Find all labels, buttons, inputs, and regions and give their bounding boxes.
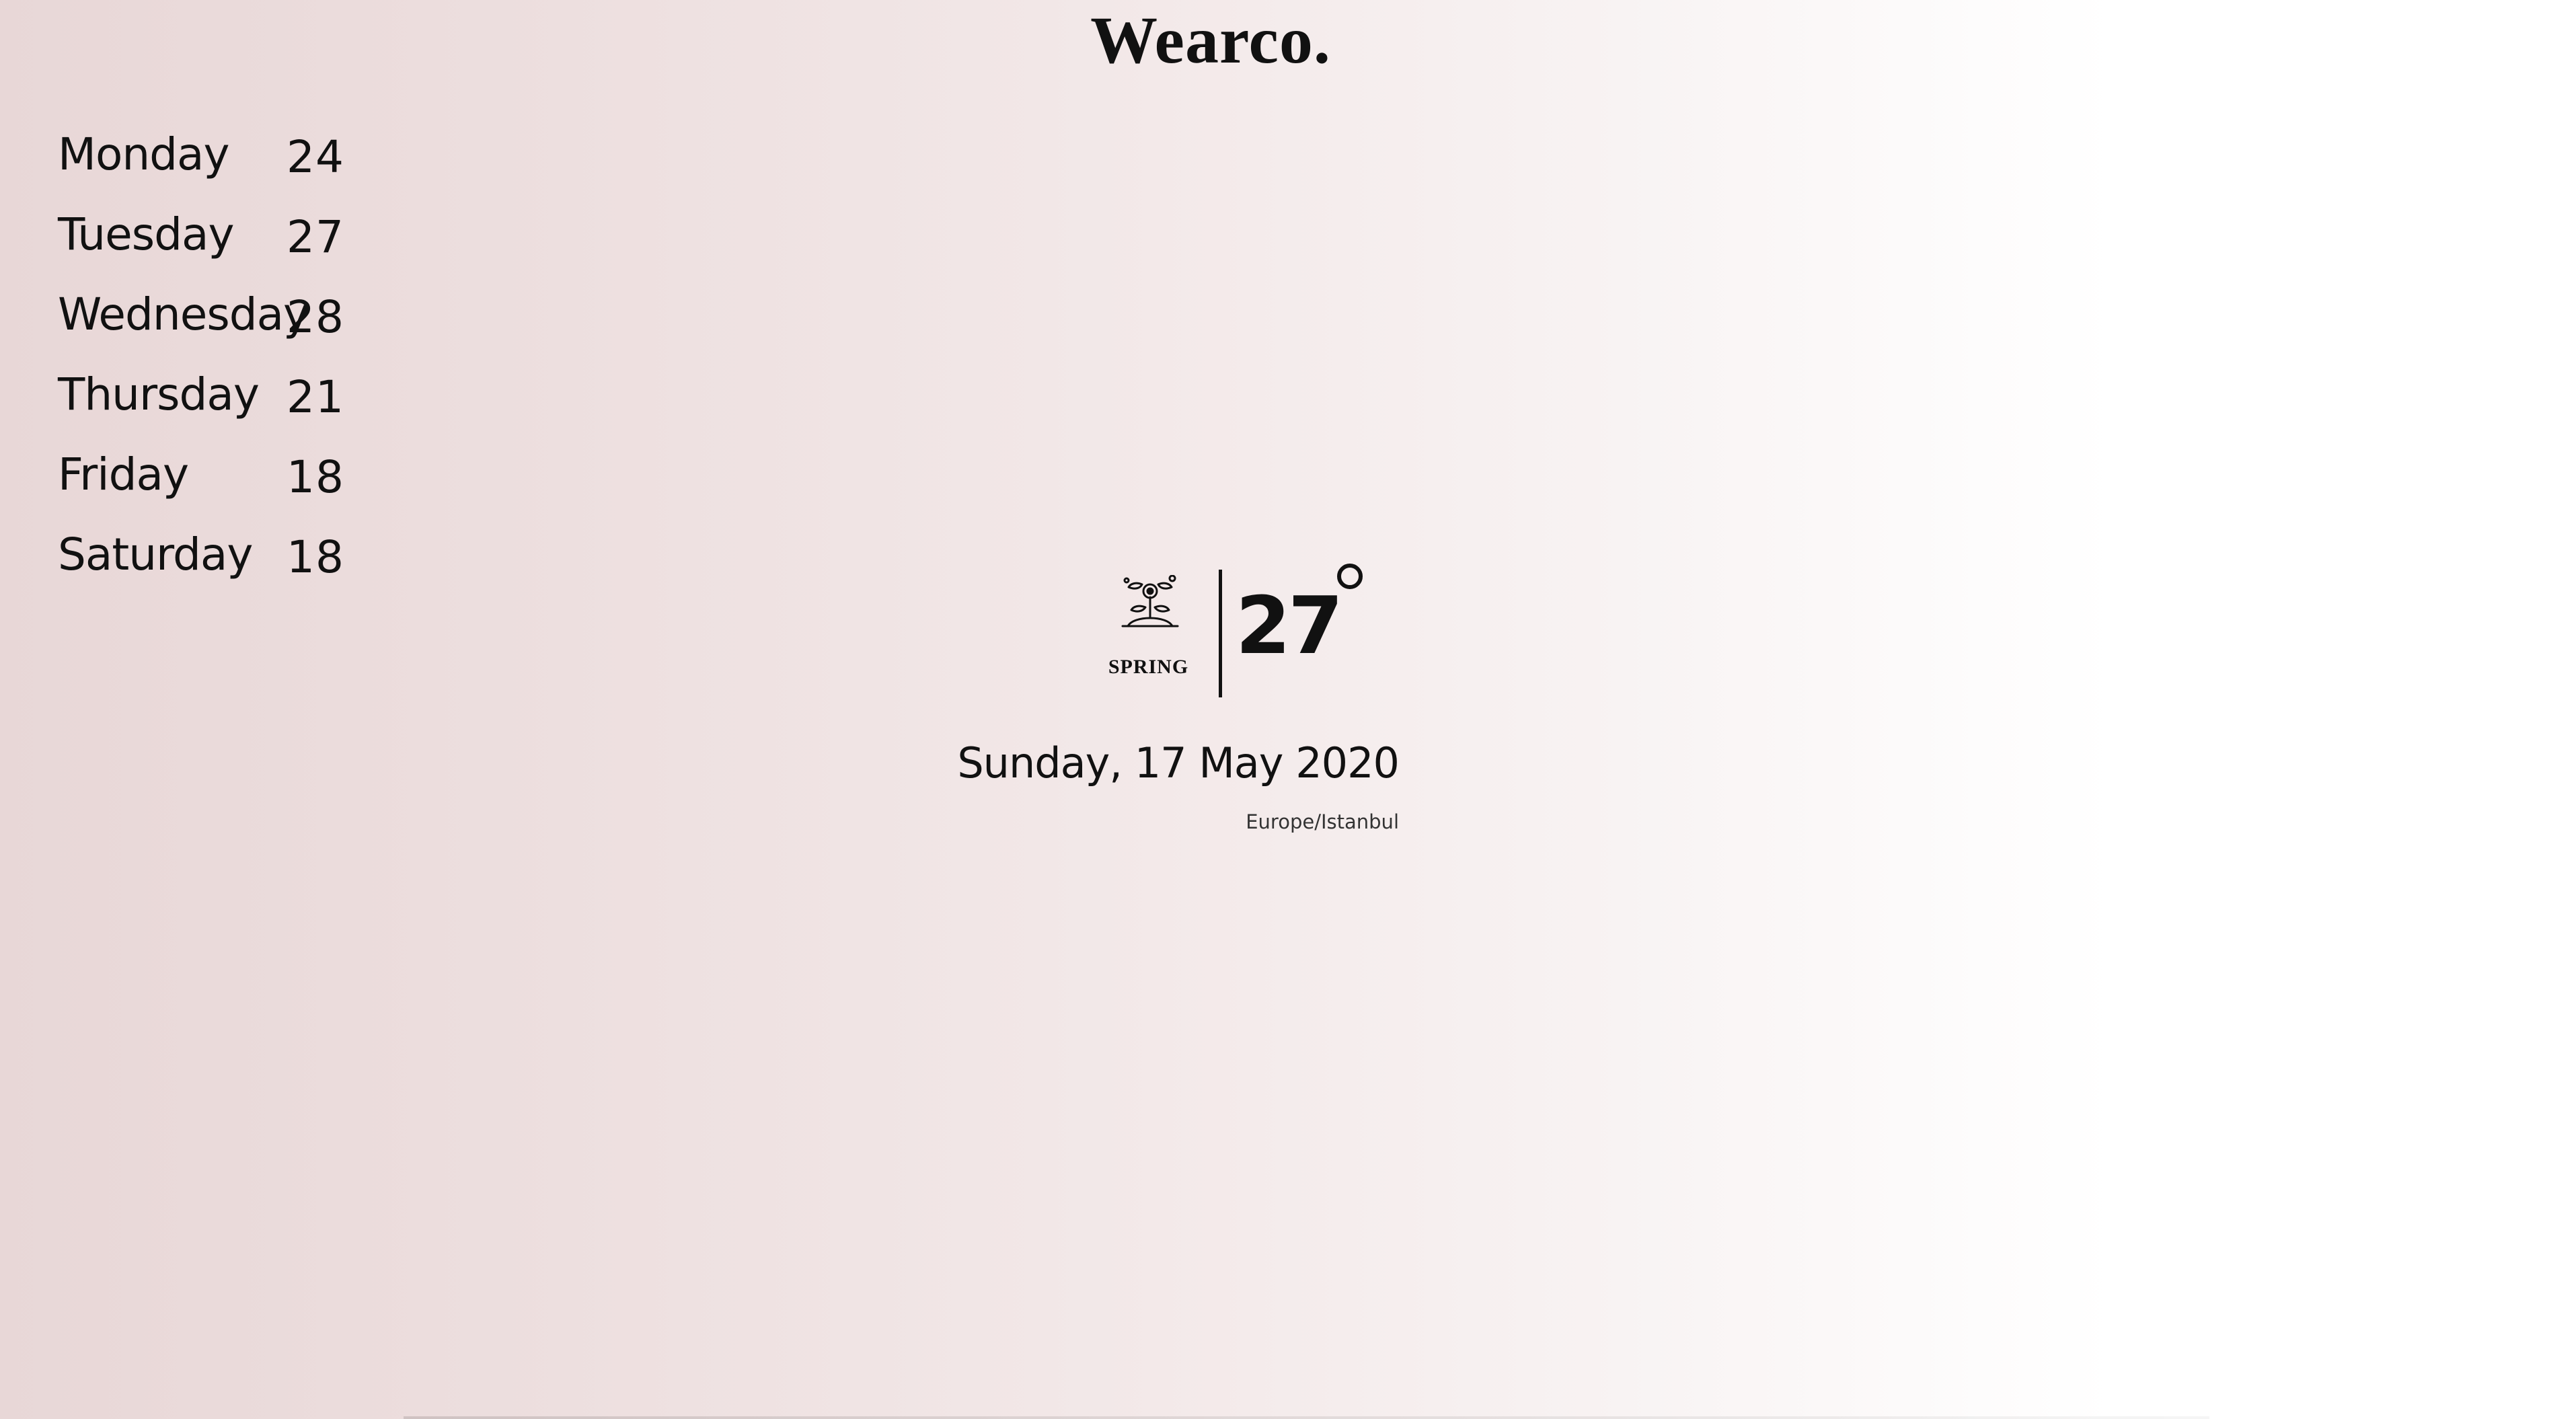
- weather-divider: [1219, 570, 1222, 697]
- forecast-temp-monday: 24: [287, 131, 344, 183]
- weekly-forecast: Monday 24 Tuesday 27 Wednesday 28 Thursd…: [58, 121, 434, 601]
- forecast-temp-tuesday: 27: [287, 211, 344, 263]
- forecast-day-thursday: Thursday: [58, 369, 260, 420]
- forecast-row: Wednesday 28: [58, 281, 434, 361]
- forecast-row: Thursday 21: [58, 361, 434, 441]
- forecast-day-wednesday: Wednesday: [58, 289, 309, 340]
- forecast-row: Monday 24: [58, 121, 434, 201]
- current-weather: SPRING 27: [1106, 562, 1375, 697]
- forecast-day-saturday: Saturday: [58, 529, 253, 580]
- season-label: SPRING: [1108, 656, 1189, 678]
- spring-plant-icon: [1120, 574, 1180, 636]
- forecast-temp-saturday: 18: [287, 531, 344, 583]
- current-temperature: 27: [1236, 579, 1343, 672]
- forecast-day-friday: Friday: [58, 449, 189, 500]
- forecast-temp-friday: 18: [287, 451, 344, 503]
- forecast-row: Friday 18: [58, 441, 434, 521]
- forecast-day-monday: Monday: [58, 128, 230, 180]
- forecast-temp-thursday: 21: [287, 371, 344, 423]
- forecast-temp-wednesday: 28: [287, 291, 344, 343]
- forecast-row: Tuesday 27: [58, 201, 434, 281]
- timezone-label: Europe/Istanbul: [1246, 810, 1399, 833]
- bottom-shadow-edge: [404, 1416, 2209, 1419]
- degree-icon: [1335, 562, 1365, 591]
- current-date: Sunday, 17 May 2020: [957, 738, 1400, 788]
- season-block: SPRING: [1106, 562, 1190, 696]
- forecast-row: Saturday 18: [58, 521, 434, 601]
- forecast-day-tuesday: Tuesday: [58, 208, 235, 260]
- brand-title: Wearco.: [1090, 3, 1331, 77]
